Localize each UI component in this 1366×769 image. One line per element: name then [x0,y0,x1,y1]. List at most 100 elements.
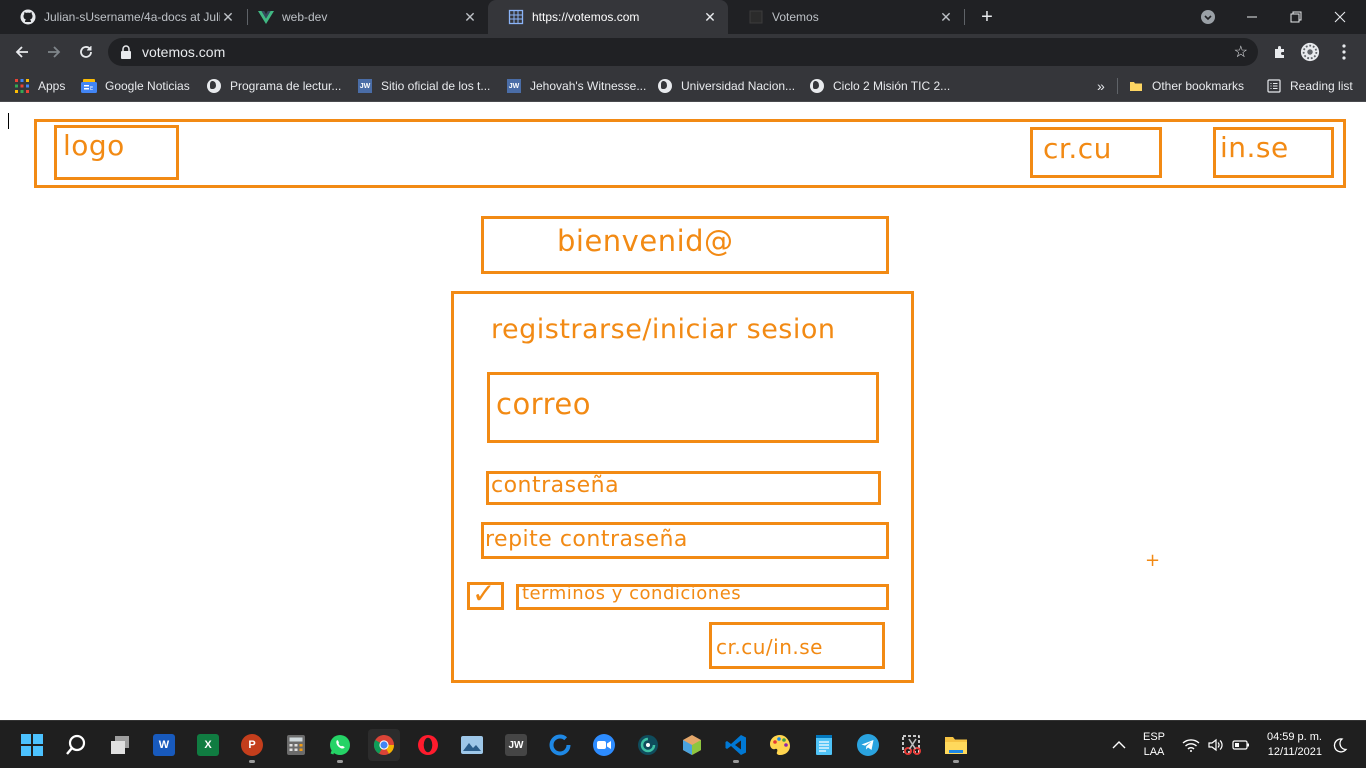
restore-button[interactable] [1274,0,1318,34]
profile-button[interactable] [1300,42,1320,62]
tab-search-button[interactable] [1186,0,1230,34]
arrow-left-icon [15,46,28,58]
close-icon [1334,11,1346,23]
forward-button[interactable] [42,40,66,64]
taskbar-word[interactable]: W [148,729,180,761]
moon-icon [1333,738,1348,753]
paint-palette-icon [770,735,790,755]
tab-votemos-active[interactable]: https://votemos.com ✕ [488,0,728,34]
clock-button[interactable]: 04:59 p. m. 12/11/2021 [1258,721,1322,769]
taskbar-paint[interactable] [764,729,796,761]
tab-strip: Julian-sUsername/4a-docs at Juli ✕ web-d… [0,0,1366,34]
whatsapp-icon [330,735,350,755]
bookmark-label: Jehovah's Witnesse... [530,79,647,93]
tab-github[interactable]: Julian-sUsername/4a-docs at Juli ✕ [0,0,246,34]
bookmark-sitio-oficial[interactable]: JW Sitio oficial de los t... [357,76,490,96]
close-window-button[interactable] [1318,0,1362,34]
battery-icon [1232,740,1249,750]
back-button[interactable] [10,40,34,64]
taskbar-vscode[interactable] [720,729,752,763]
taskbar-chrome[interactable] [368,729,400,761]
bookmark-label: Other bookmarks [1152,79,1245,93]
bookmark-separator [1117,78,1118,94]
tray-overflow-button[interactable] [1112,721,1126,769]
chevron-up-icon [1112,741,1126,749]
bookmark-label: Sitio oficial de los t... [381,79,491,93]
start-button[interactable] [16,729,48,761]
taskbar-camtasia[interactable] [632,729,664,761]
reading-list-button[interactable]: Reading list [1266,76,1353,96]
taskbar-notepad[interactable] [808,729,840,761]
email-field-label: correo [496,387,591,421]
taskbar-box-app[interactable] [676,729,708,761]
chrome-icon [373,735,395,755]
close-tab-icon[interactable]: ✕ [702,9,718,25]
task-view-button[interactable] [104,729,136,761]
puzzle-icon [1275,46,1284,58]
windows-logo-icon [21,734,43,756]
taskbar-opera[interactable] [412,729,444,761]
minimize-button[interactable] [1230,0,1274,34]
submit-button-label: cr.cu/in.se [716,635,823,659]
calculator-icon [287,735,305,755]
reload-button[interactable] [74,40,98,64]
bookmark-programa-lectura[interactable]: Programa de lectur... [206,76,341,96]
globe-icon [657,78,673,94]
minimize-icon [1247,16,1257,18]
taskbar-photos[interactable] [456,729,488,761]
taskbar-excel[interactable]: X [192,729,224,761]
language-code: ESP [1142,731,1165,743]
folder-icon [945,737,967,754]
other-bookmarks-button[interactable]: Other bookmarks [1128,76,1244,96]
taskbar-jw-library[interactable]: JW [500,729,532,761]
close-tab-icon[interactable]: ✕ [938,9,954,25]
bookmark-apps[interactable]: Apps [14,76,65,96]
new-tab-button[interactable]: + [977,7,997,27]
bookmark-star-icon[interactable]: ☆ [1234,42,1248,62]
menu-button[interactable] [1334,42,1354,62]
bookmark-jehovahs-witnesses[interactable]: JW Jehovah's Witnesse... [506,76,646,96]
bookmark-google-news[interactable]: E Google Noticias [81,76,190,96]
address-bar[interactable]: votemos.com ☆ [108,38,1258,66]
bookmark-universidad-nacional[interactable]: Universidad Nacion... [657,76,795,96]
globe-icon [809,78,825,94]
taskbar-calculator[interactable] [280,729,312,761]
chevron-double-right-icon: » [1097,78,1105,94]
repeat-password-field-label: repite contraseña [485,527,688,552]
language-indicator[interactable]: ESP LAA [1136,721,1172,769]
taskbar-zoom[interactable] [588,729,620,761]
telegram-icon [857,734,879,756]
jw-icon: JW [506,78,522,94]
text-caret [8,113,9,129]
system-status-button[interactable] [1182,721,1250,769]
tab-separator [964,9,965,25]
bookmark-label: Programa de lectur... [230,79,342,93]
taskbar-whatsapp[interactable] [324,729,356,763]
taskbar-file-explorer[interactable] [940,729,972,763]
wireframe-register-link: cr.cu [1043,132,1112,165]
wifi-icon [1182,739,1200,752]
svg-text:E: E [90,86,93,92]
google-news-icon: E [81,78,97,94]
notifications-button[interactable] [1332,721,1348,769]
bookmark-label: Universidad Nacion... [681,79,796,93]
taskbar-search-button[interactable] [60,729,92,761]
close-tab-icon[interactable]: ✕ [220,9,236,25]
taskbar-app-blue-ring[interactable] [544,729,576,761]
taskbar-snipping-tool[interactable] [896,729,928,761]
tab-title: web-dev [282,10,328,24]
opera-icon [418,735,438,755]
terms-label: terminos y condiciones [522,583,742,604]
tab-votemos[interactable]: Votemos ✕ [728,0,964,34]
tab-web-dev[interactable]: web-dev ✕ [238,0,488,34]
close-tab-icon[interactable]: ✕ [462,9,478,25]
extensions-button[interactable] [1270,42,1290,62]
reload-icon [80,46,92,58]
zoom-icon [593,734,615,756]
bookmark-ciclo-2[interactable]: Ciclo 2 Misión TIC 2... [809,76,950,96]
folder-icon [1128,78,1144,94]
grid-icon [508,9,524,25]
taskbar-powerpoint[interactable]: P [236,729,268,763]
bookmarks-overflow-button[interactable]: » [1097,76,1105,96]
taskbar-telegram[interactable] [852,729,884,761]
